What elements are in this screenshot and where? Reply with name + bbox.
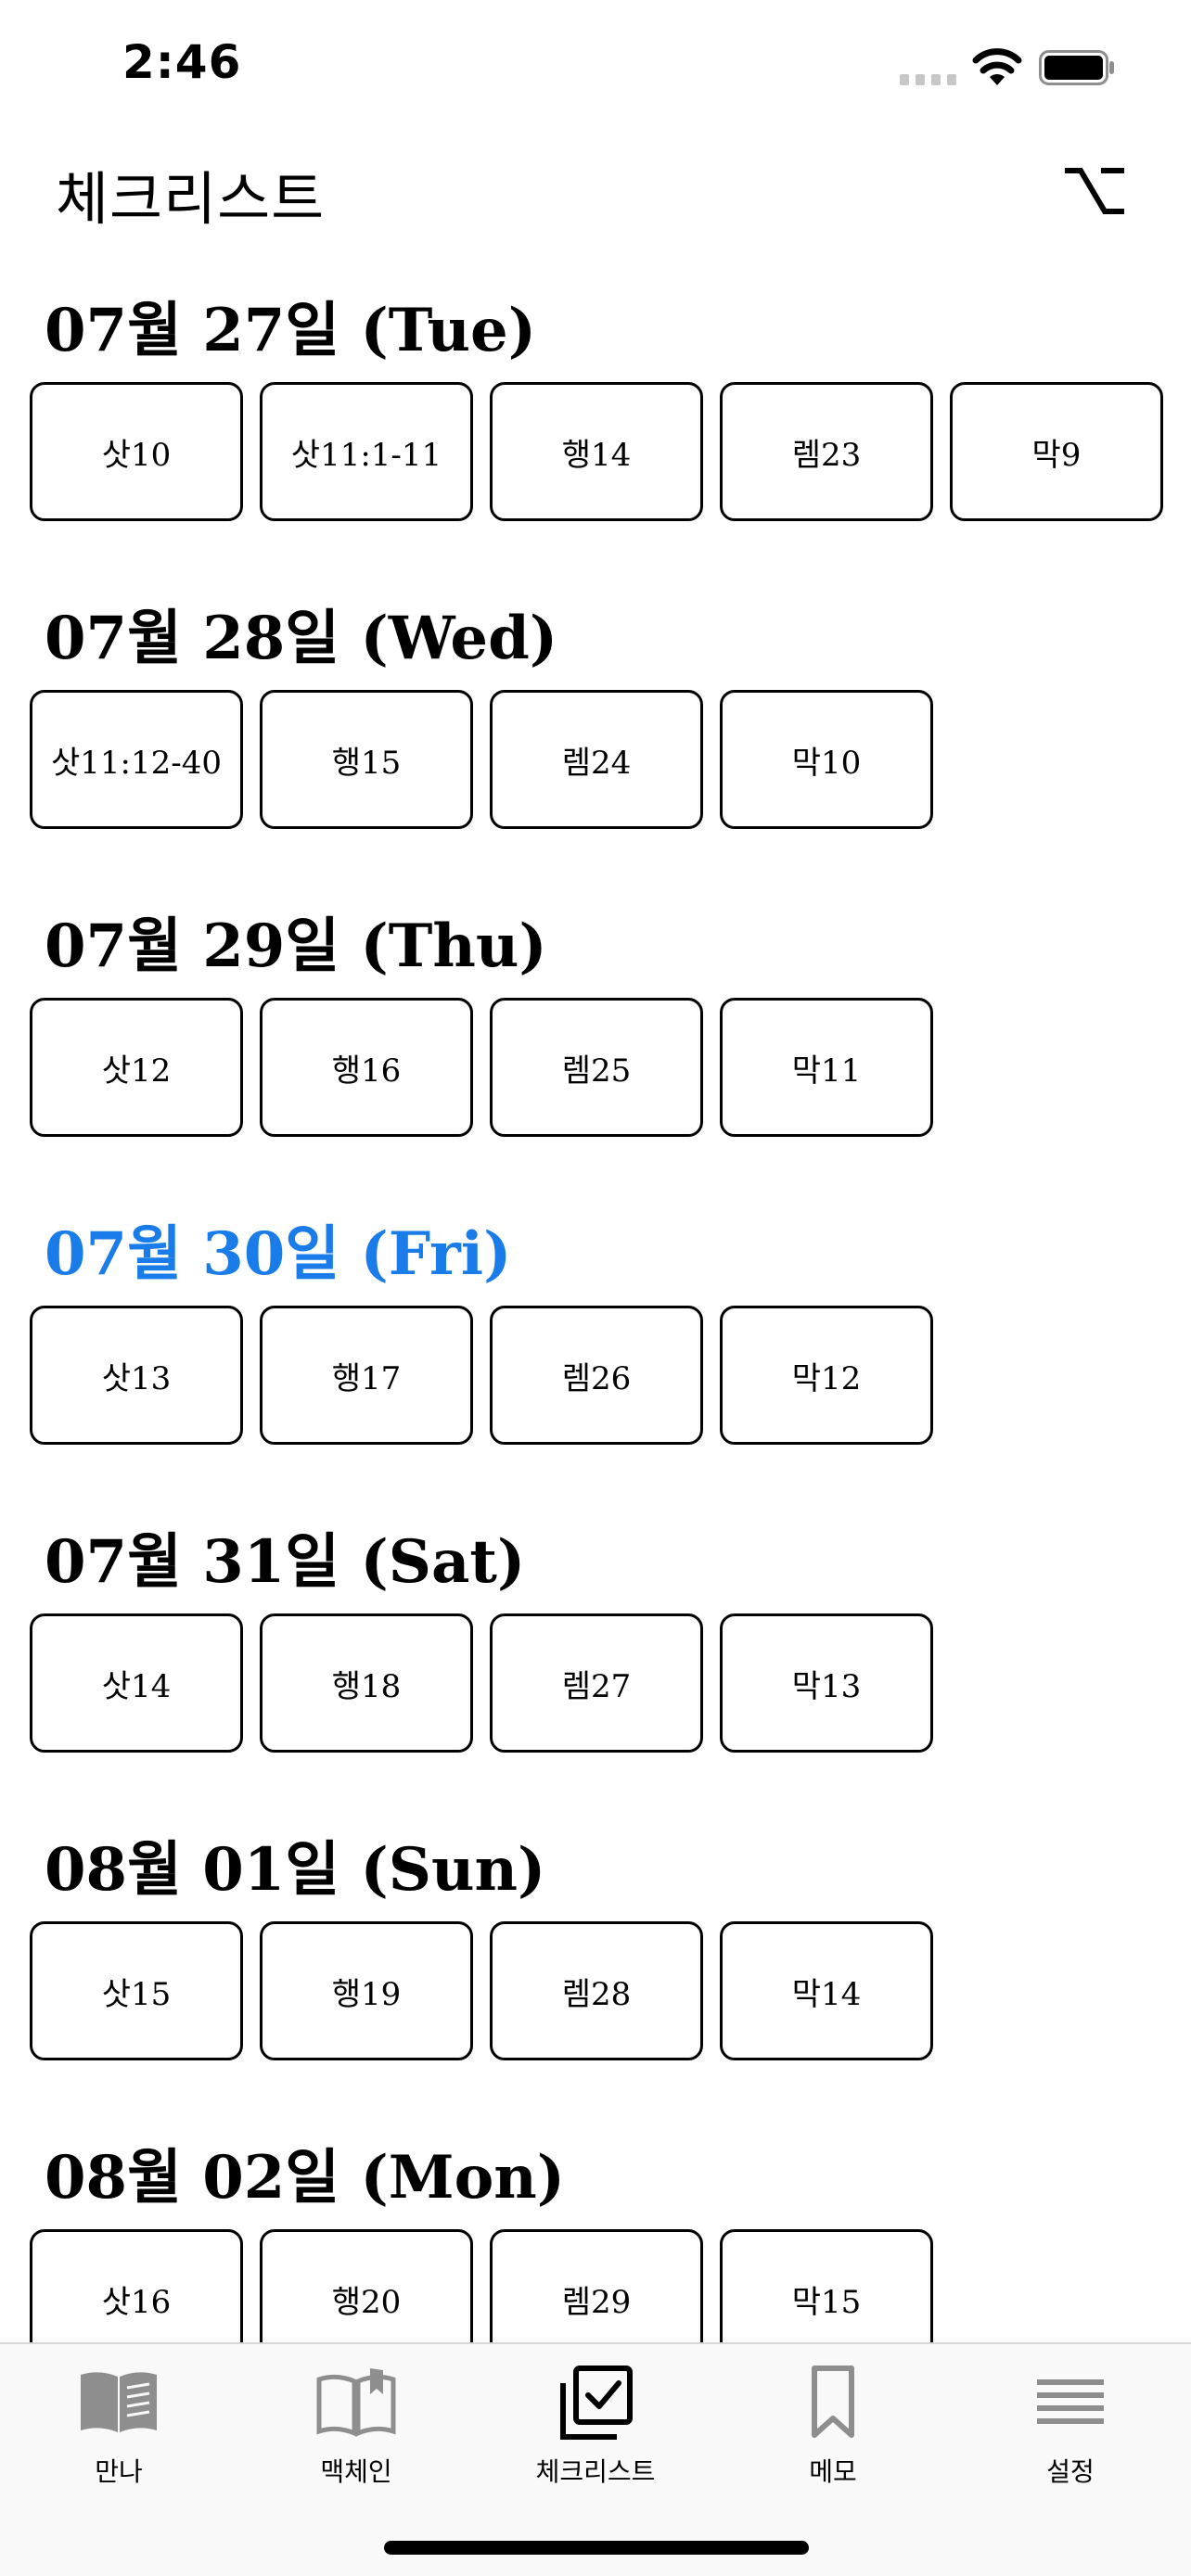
status-bar: 2:46 <box>0 0 1191 139</box>
checklist-icon <box>554 2363 637 2441</box>
battery-icon <box>1039 50 1114 85</box>
home-indicator <box>384 2541 809 2555</box>
tab-1[interactable]: 맥체인 <box>237 2344 475 2502</box>
reading-chip[interactable]: 렘29 <box>490 2229 703 2342</box>
reading-chip[interactable]: 렘27 <box>490 1613 703 1753</box>
tab-3[interactable]: 메모 <box>714 2344 952 2502</box>
reading-chip[interactable]: 렘24 <box>490 690 703 829</box>
tab-label: 맥체인 <box>320 2456 392 2487</box>
reading-chip[interactable]: 막11 <box>720 998 933 1137</box>
day-title: 08월 02일 (Mon) <box>45 2143 566 2213</box>
reading-chip[interactable]: 행17 <box>260 1306 473 1445</box>
tab-2[interactable]: 체크리스트 <box>477 2344 714 2502</box>
day-title: 07월 28일 (Wed) <box>45 604 558 673</box>
wifi-icon <box>972 48 1022 85</box>
menu-lines-icon <box>1029 2363 1112 2441</box>
day-section: 07월 29일 (Thu) 삿12 행16 렘25 막11 <box>0 894 1191 1202</box>
day-title: 07월 31일 (Sat) <box>45 1527 526 1597</box>
reading-chip[interactable]: 삿10 <box>30 382 243 521</box>
reading-chip[interactable]: 막10 <box>720 690 933 829</box>
day-title-today: 07월 30일 (Fri) <box>45 1219 512 1289</box>
reading-chip[interactable]: 삿14 <box>30 1613 243 1753</box>
cellular-signal-icon <box>900 74 956 85</box>
reading-chip[interactable]: 막13 <box>720 1613 933 1753</box>
nav-bar: 체크리스트 <box>0 139 1191 278</box>
reading-chip[interactable]: 렘23 <box>720 382 933 521</box>
tab-0[interactable]: 만나 <box>0 2344 237 2502</box>
page-title: 체크리스트 <box>56 165 326 233</box>
reading-chip[interactable]: 렘25 <box>490 998 703 1137</box>
day-title: 07월 29일 (Thu) <box>45 912 547 981</box>
day-section: 07월 31일 (Sat) 삿14 행18 렘27 막13 <box>0 1510 1191 1817</box>
reading-chip[interactable]: 삿16 <box>30 2229 243 2342</box>
reading-chip[interactable]: 행15 <box>260 690 473 829</box>
status-time: 2:46 <box>122 35 242 89</box>
reading-chip[interactable]: 렘26 <box>490 1306 703 1445</box>
tab-label: 메모 <box>809 2456 857 2487</box>
day-section: 08월 01일 (Sun) 삿15 행19 렘28 막14 <box>0 1817 1191 2125</box>
reading-chip[interactable]: 행16 <box>260 998 473 1137</box>
open-book-outline-icon <box>314 2363 398 2441</box>
reading-chip[interactable]: 막14 <box>720 1921 933 2060</box>
day-section: 07월 30일 (Fri) 삿13 행17 렘26 막12 <box>0 1202 1191 1510</box>
screen: 2:46 체크리스트 07월 27일 (Tue) 삿10 삿11:1-11 행14 렘2… <box>0 0 1191 2576</box>
option-key-icon <box>1065 168 1124 214</box>
reading-chip[interactable]: 막9 <box>950 382 1163 521</box>
day-section: 07월 27일 (Tue) 삿10 삿11:1-11 행14 렘23 막9 <box>0 278 1191 586</box>
checklist-list[interactable]: 07월 27일 (Tue) 삿10 삿11:1-11 행14 렘23 막9 07월 28일 … <box>0 278 1191 2342</box>
reading-chip[interactable]: 삿11:1-11 <box>260 382 473 521</box>
reading-chip[interactable]: 행18 <box>260 1613 473 1753</box>
day-section: 08월 02일 (Mon) 삿16 행20 렘29 막15 <box>0 2125 1191 2342</box>
reading-chip[interactable]: 막15 <box>720 2229 933 2342</box>
tab-label: 설정 <box>1046 2456 1095 2487</box>
reading-chip[interactable]: 렘28 <box>490 1921 703 2060</box>
bookmark-icon <box>791 2363 875 2441</box>
reading-chip[interactable]: 막12 <box>720 1306 933 1445</box>
day-section: 07월 28일 (Wed) 삿11:12-40 행15 렘24 막10 <box>0 586 1191 894</box>
reading-chip[interactable]: 행19 <box>260 1921 473 2060</box>
tab-4[interactable]: 설정 <box>952 2344 1189 2502</box>
open-book-filled-icon <box>77 2363 160 2441</box>
day-title: 07월 27일 (Tue) <box>45 296 537 365</box>
reading-chip[interactable]: 행14 <box>490 382 703 521</box>
option-button[interactable] <box>1057 154 1132 228</box>
reading-chip[interactable]: 삿13 <box>30 1306 243 1445</box>
reading-chip[interactable]: 행20 <box>260 2229 473 2342</box>
reading-chip[interactable]: 삿11:12-40 <box>30 690 243 829</box>
day-title: 08월 01일 (Sun) <box>45 1835 546 1905</box>
reading-chip[interactable]: 삿15 <box>30 1921 243 2060</box>
reading-chip[interactable]: 삿12 <box>30 998 243 1137</box>
tab-label: 체크리스트 <box>535 2456 656 2487</box>
tab-label: 만나 <box>95 2456 143 2487</box>
